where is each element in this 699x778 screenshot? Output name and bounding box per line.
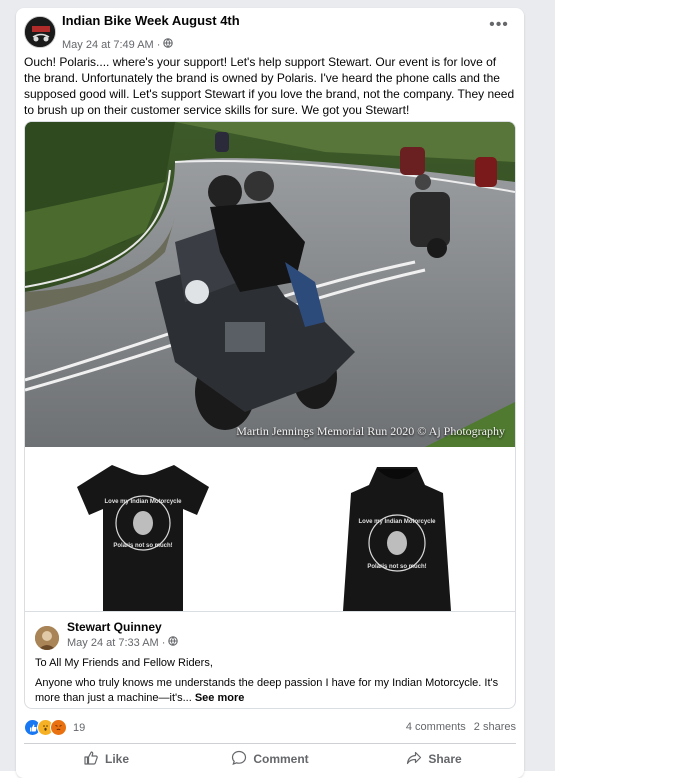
- hoodie-print-bottom: Polaris not so much!: [367, 564, 426, 570]
- meta-separator: ·: [156, 38, 161, 51]
- page-scrollbar[interactable]: [528, 0, 555, 771]
- share-label: Share: [428, 752, 462, 766]
- globe-icon: [163, 38, 174, 51]
- post-text: Ouch! Polaris.... where's your support! …: [24, 55, 515, 117]
- reaction-count[interactable]: 19: [73, 722, 85, 734]
- post-timestamp[interactable]: May 24 at 7:49 AM: [62, 39, 154, 51]
- comment-icon: [231, 750, 247, 769]
- comments-count[interactable]: 4 comments: [406, 721, 466, 733]
- angry-reaction-icon: [50, 719, 67, 736]
- reactions-summary[interactable]: 19: [24, 719, 85, 736]
- post-header: Indian Bike Week August 4th May 24 at 7:…: [24, 13, 516, 56]
- hoodie-image: Love my Indian Motorcycle Polaris not so…: [343, 465, 451, 611]
- shared-author-name[interactable]: Stewart Quinney: [67, 620, 162, 634]
- post-stats: 19 4 comments 2 shares: [24, 719, 516, 737]
- stats-right: 4 comments 2 shares: [406, 721, 516, 733]
- like-label: Like: [104, 752, 129, 766]
- more-options-button[interactable]: •••: [486, 17, 512, 38]
- tshirt-image: Love my Indian Motorcycle Polaris not so…: [77, 465, 209, 611]
- shared-author-avatar[interactable]: [35, 626, 59, 650]
- shared-post-body-text: Anyone who truly knows me understands th…: [35, 677, 499, 704]
- group-avatar[interactable]: [24, 16, 56, 48]
- comment-button[interactable]: Comment: [188, 744, 352, 774]
- like-icon: [83, 750, 99, 769]
- shared-post-timestamp[interactable]: May 24 at 7:33 AM: [67, 637, 159, 649]
- like-button[interactable]: Like: [24, 744, 188, 774]
- comment-label: Comment: [253, 752, 309, 766]
- post-meta: May 24 at 7:49 AM ·: [62, 38, 174, 51]
- merchandise-image[interactable]: Love my Indian Motorcycle Polaris not so…: [25, 449, 515, 612]
- tshirt-print-bottom: Polaris not so much!: [113, 543, 172, 549]
- share-icon: [406, 750, 422, 769]
- shared-post-greeting: To All My Friends and Fellow Riders,: [35, 657, 213, 669]
- shared-meta-separator: ·: [161, 636, 166, 649]
- tshirt-print-top: Love my Indian Motorcycle: [104, 499, 182, 505]
- shared-post-body: Anyone who truly knows me understands th…: [35, 676, 505, 706]
- see-more-link[interactable]: See more: [195, 692, 245, 704]
- globe-icon: [168, 636, 179, 649]
- hoodie-print-top: Love my Indian Motorcycle: [358, 519, 436, 525]
- photo-caption: Martin Jennings Memorial Run 2020 © Aj P…: [236, 424, 505, 438]
- group-name[interactable]: Indian Bike Week August 4th: [62, 13, 240, 28]
- shared-post-content[interactable]: Stewart Quinney May 24 at 7:33 AM · To A…: [35, 618, 505, 708]
- shared-post-meta: May 24 at 7:33 AM ·: [67, 636, 179, 649]
- post-actions: Like Comment Share: [24, 743, 516, 774]
- share-button[interactable]: Share: [352, 744, 516, 774]
- motorcycle-photo[interactable]: Martin Jennings Memorial Run 2020 © Aj P…: [25, 122, 515, 447]
- shares-count[interactable]: 2 shares: [474, 721, 516, 733]
- post-card: Indian Bike Week August 4th May 24 at 7:…: [16, 8, 524, 778]
- shared-post-attachment[interactable]: Martin Jennings Memorial Run 2020 © Aj P…: [24, 121, 516, 709]
